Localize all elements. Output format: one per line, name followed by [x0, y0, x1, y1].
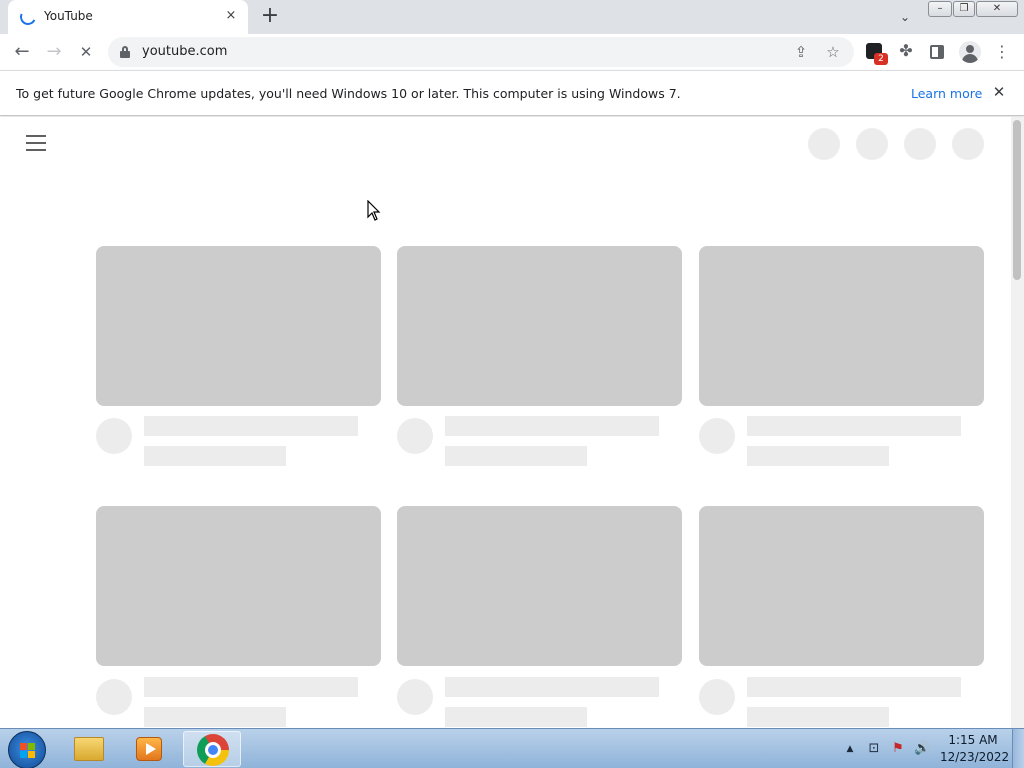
forward-button[interactable]: → [42, 40, 66, 64]
meta-placeholder [747, 707, 889, 727]
close-window-button[interactable]: ✕ [976, 1, 1018, 17]
chrome-icon [197, 734, 229, 766]
page-scrollbar[interactable] [1011, 117, 1024, 728]
update-infobar: To get future Google Chrome updates, you… [0, 70, 1024, 116]
new-tab-button[interactable]: + [259, 5, 281, 27]
meta-placeholder [445, 707, 587, 727]
lock-icon[interactable] [120, 46, 130, 58]
menu-hamburger-icon[interactable] [26, 135, 46, 151]
video-thumbnail-placeholder [96, 246, 381, 406]
learn-more-link[interactable]: Learn more [911, 86, 982, 101]
windows-taskbar: ▲ ⊡ ⚑ 🔊 1:15 AM 12/23/2022 [0, 728, 1024, 768]
loading-spinner-icon [17, 6, 39, 28]
profile-avatar-icon[interactable] [959, 41, 981, 63]
meta-placeholder [747, 446, 889, 466]
maximize-button[interactable]: ❐ [953, 1, 975, 17]
mouse-cursor-icon [367, 200, 381, 221]
video-thumbnail-placeholder [699, 506, 984, 666]
chrome-menu-icon[interactable]: ⋮ [992, 41, 1012, 63]
taskbar-chrome[interactable] [183, 731, 241, 767]
title-placeholder [144, 677, 358, 697]
network-icon[interactable]: ⊡ [866, 741, 882, 757]
extensions-puzzle-icon[interactable]: ✤ [896, 41, 916, 61]
address-bar[interactable]: youtube.com ⇪ ☆ [108, 37, 854, 67]
channel-avatar-placeholder [397, 418, 433, 454]
youtube-page [0, 117, 1024, 728]
screen: YouTube × + ⌄ – ❐ ✕ ← → ✕ youtube.com ⇪ … [0, 0, 1024, 768]
side-panel-icon[interactable] [930, 45, 944, 59]
tray-expand-icon[interactable]: ▲ [842, 741, 858, 757]
header-placeholder [856, 128, 888, 160]
tab-title: YouTube [44, 9, 93, 23]
video-thumbnail-placeholder [397, 506, 682, 666]
channel-avatar-placeholder [96, 679, 132, 715]
taskbar-windows-explorer[interactable] [60, 731, 118, 767]
minimize-button[interactable]: – [928, 1, 952, 17]
infobar-message: To get future Google Chrome updates, you… [16, 86, 681, 101]
header-placeholder [904, 128, 936, 160]
video-thumbnail-placeholder [397, 246, 682, 406]
video-thumbnail-placeholder [96, 506, 381, 666]
channel-avatar-placeholder [96, 418, 132, 454]
volume-icon[interactable]: 🔊 [914, 741, 930, 757]
tab-youtube[interactable]: YouTube × [8, 0, 248, 34]
show-desktop-button[interactable] [1012, 729, 1024, 768]
header-placeholder [808, 128, 840, 160]
tab-strip: YouTube × + ⌄ – ❐ ✕ [0, 0, 1024, 34]
title-placeholder [445, 416, 659, 436]
channel-avatar-placeholder [699, 679, 735, 715]
back-button[interactable]: ← [10, 40, 34, 64]
folder-icon [74, 737, 104, 761]
title-placeholder [747, 416, 961, 436]
share-icon[interactable]: ⇪ [790, 41, 812, 63]
meta-placeholder [445, 446, 587, 466]
scrollbar-thumb[interactable] [1013, 120, 1021, 280]
browser-toolbar: ← → ✕ youtube.com ⇪ ☆ 2 ✤ ⋮ [0, 34, 1024, 70]
tab-close-icon[interactable]: × [222, 7, 240, 25]
bookmark-star-icon[interactable]: ☆ [822, 41, 844, 63]
clock-date[interactable]: 12/23/2022 [940, 750, 1009, 764]
taskbar-media-player[interactable] [120, 731, 178, 767]
header-placeholder [952, 128, 984, 160]
extension-badge: 2 [874, 53, 888, 65]
channel-avatar-placeholder [699, 418, 735, 454]
action-center-flag-icon[interactable]: ⚑ [890, 741, 906, 757]
infobar-close-icon[interactable]: ✕ [990, 83, 1008, 101]
url-text[interactable]: youtube.com [142, 44, 227, 59]
windows-logo-icon [20, 743, 36, 759]
tab-search-icon[interactable]: ⌄ [895, 8, 915, 26]
stop-loading-button[interactable]: ✕ [74, 40, 98, 64]
title-placeholder [747, 677, 961, 697]
media-player-icon [136, 737, 162, 761]
start-button[interactable] [8, 731, 46, 768]
meta-placeholder [144, 707, 286, 727]
title-placeholder [445, 677, 659, 697]
title-placeholder [144, 416, 358, 436]
video-thumbnail-placeholder [699, 246, 984, 406]
meta-placeholder [144, 446, 286, 466]
channel-avatar-placeholder [397, 679, 433, 715]
clock-time[interactable]: 1:15 AM [940, 733, 1006, 747]
